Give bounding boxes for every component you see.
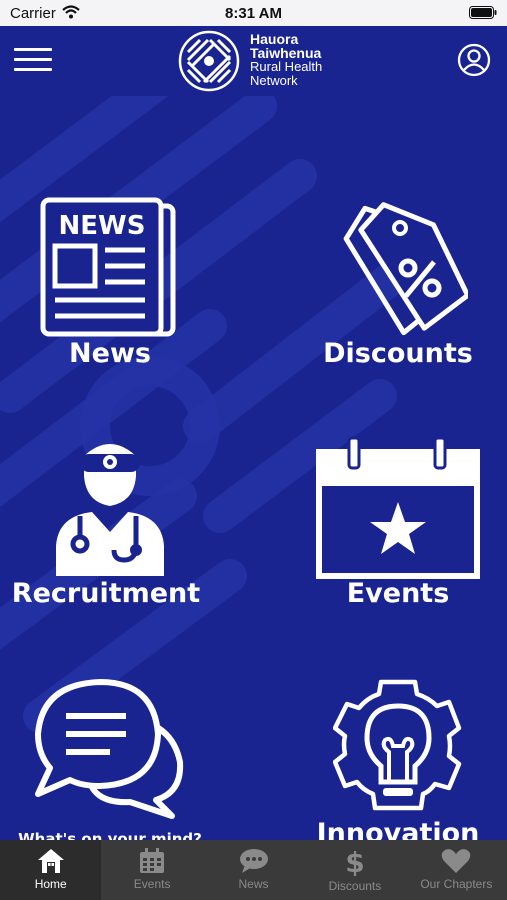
heart-icon (442, 849, 471, 873)
recruitment-tile-label: Recruitment (11, 578, 201, 609)
logo-mark-icon (178, 30, 240, 92)
tab-news-label: News (238, 877, 269, 891)
tab-discounts-label: Discounts (328, 879, 382, 893)
doctor-icon (56, 444, 164, 576)
clock: 8:31 AM (225, 5, 282, 22)
newspaper-icon: NEWS (40, 197, 176, 337)
logo: Hauora Taiwhenua Rural Health Network (178, 30, 348, 92)
tab-home-label: Home (34, 877, 67, 891)
events-tile[interactable]: Events (288, 436, 507, 636)
discounts-tile-label: Discounts (323, 338, 473, 369)
discounts-tile[interactable]: Discounts (288, 196, 507, 396)
logo-line-2: Taiwhenua (250, 45, 322, 61)
news-tile-label: News (69, 338, 151, 369)
logo-line-3: Rural Health (250, 59, 323, 74)
status-bar: Carrier 8:31 AM (0, 0, 507, 26)
tab-our-chapters[interactable]: Our Chapters (406, 840, 507, 900)
lightbulb-gear-icon (333, 679, 462, 811)
bottom-tab-bar: Home Events News $ Discounts Our Chapter… (0, 840, 507, 900)
calendar-icon (140, 848, 165, 873)
svg-text:$: $ (345, 848, 364, 876)
logo-line-1: Hauora (250, 31, 299, 47)
tab-events-label: Events (133, 877, 171, 891)
news-tile[interactable]: NEWS News (0, 196, 220, 396)
hamburger-menu-icon[interactable] (14, 48, 52, 74)
price-tag-percent-icon (343, 202, 468, 336)
user-profile-icon[interactable] (457, 43, 491, 77)
logo-line-4: Network (250, 73, 298, 88)
tab-home[interactable]: Home (0, 840, 102, 900)
battery-icon (469, 6, 497, 19)
logo-text: Hauora Taiwhenua Rural Health Network (250, 32, 322, 88)
chat-bubbles-icon (35, 679, 184, 819)
app-header: Hauora Taiwhenua Rural Health Network (0, 26, 507, 96)
recruitment-tile[interactable]: Recruitment (0, 436, 216, 636)
tab-our-chapters-label: Our Chapters (420, 877, 493, 891)
svg-text:NEWS: NEWS (59, 211, 146, 241)
tab-discounts[interactable]: $ Discounts (304, 840, 405, 900)
home-icon (37, 849, 64, 873)
events-tile-label: Events (346, 578, 450, 609)
tab-news[interactable]: News (203, 840, 304, 900)
calendar-star-icon (316, 436, 480, 579)
dollar-icon: $ (345, 848, 364, 876)
tab-events[interactable]: Events (101, 840, 202, 900)
chat-bubble-icon (239, 849, 268, 873)
